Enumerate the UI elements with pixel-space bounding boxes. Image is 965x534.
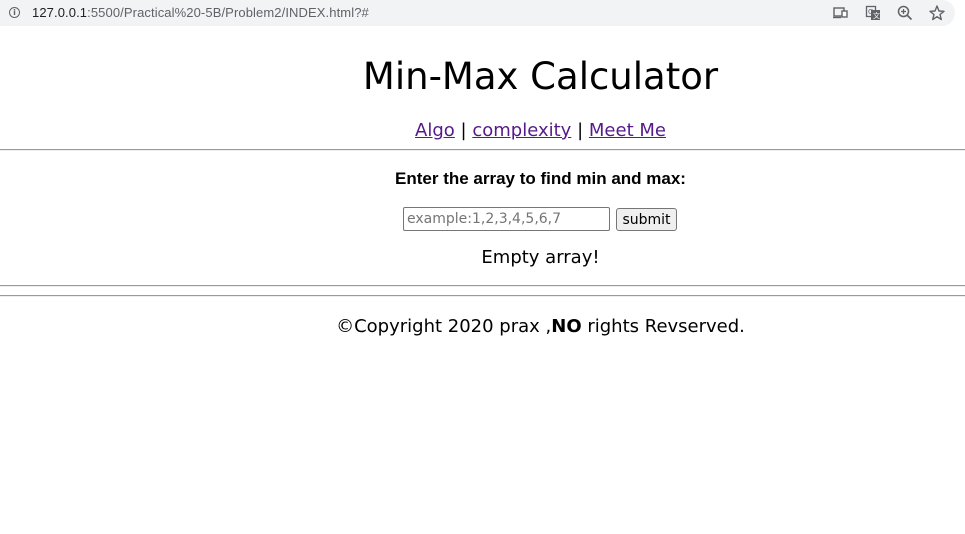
divider-result	[0, 285, 965, 287]
page-title: Min-Max Calculator	[362, 55, 719, 98]
divider-top	[0, 149, 965, 151]
nav-link-algo[interactable]: Algo	[415, 120, 455, 141]
info-icon[interactable]: i	[9, 7, 20, 18]
footer-prefix: ©Copyright 2020 prax ,	[336, 316, 552, 337]
result-message: Empty array!	[481, 247, 600, 268]
bookmark-star-icon[interactable]	[928, 4, 946, 22]
footer-bold: NO	[551, 316, 582, 337]
browser-address-bar: i 127.0.0.1:5500/Practical%20-5B/Problem…	[0, 0, 965, 27]
footer-copyright: ©Copyright 2020 prax ,NO rights Revserve…	[0, 316, 965, 338]
nav-separator: |	[577, 120, 584, 141]
divider-footer	[0, 295, 965, 297]
url-host: 127.0.0.1	[32, 5, 88, 20]
zoom-icon[interactable]	[896, 4, 914, 22]
submit-button[interactable]: submit	[616, 208, 677, 231]
url-text[interactable]: 127.0.0.1:5500/Practical%20-5B/Problem2/…	[32, 5, 369, 20]
url-path: :5500/Practical%20-5B/Problem2/INDEX.htm…	[87, 5, 369, 20]
footer-suffix: rights Revserved.	[581, 316, 745, 337]
omnibox[interactable]: i 127.0.0.1:5500/Practical%20-5B/Problem…	[0, 0, 955, 26]
svg-text:文: 文	[873, 11, 880, 20]
array-prompt-label: Enter the array to find min and max:	[395, 169, 686, 188]
nav-link-meet-me[interactable]: Meet Me	[589, 120, 666, 141]
translate-icon[interactable]: G文	[864, 4, 882, 22]
array-input[interactable]	[403, 207, 610, 231]
nav-links: Algo | complexity | Meet Me	[0, 120, 965, 142]
cast-icon[interactable]	[831, 4, 849, 22]
nav-separator: |	[460, 120, 467, 141]
nav-link-complexity[interactable]: complexity	[472, 120, 571, 141]
